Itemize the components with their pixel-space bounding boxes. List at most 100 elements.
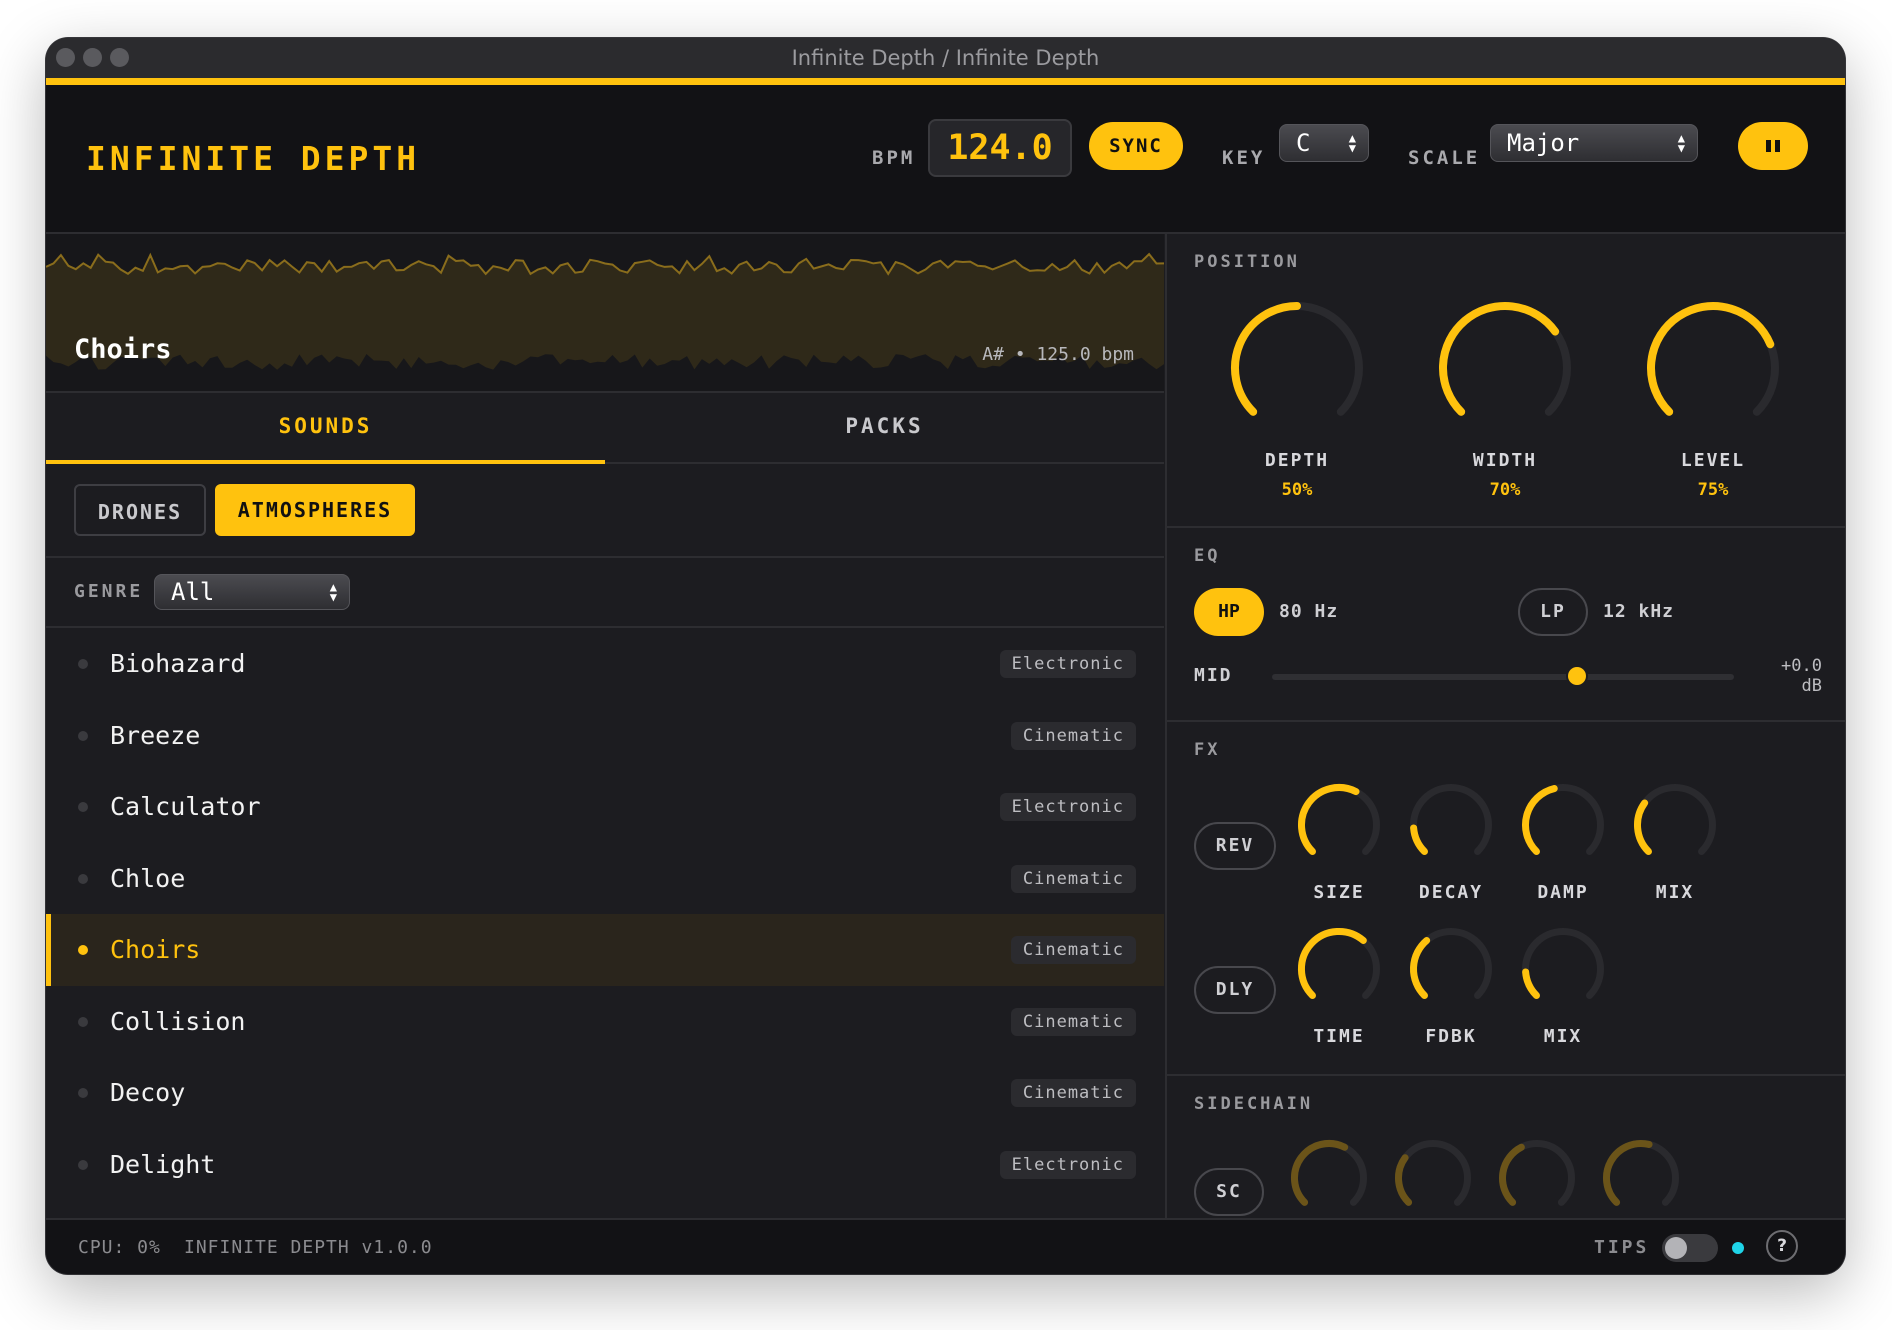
delay-time-knob[interactable] xyxy=(1296,926,1382,1012)
level-knob-label: LEVEL xyxy=(1680,450,1746,471)
waveform-preview[interactable]: Choirs A# • 125.0 bpm xyxy=(46,234,1164,393)
genre-select[interactable]: All ▲ ▼ xyxy=(154,574,350,610)
depth-knob[interactable] xyxy=(1229,300,1365,436)
reverb-damp-label: DAMP xyxy=(1537,882,1589,903)
delay-fdbk-label: FDBK xyxy=(1425,1026,1477,1047)
width-knob[interactable] xyxy=(1437,300,1573,436)
list-item[interactable]: Decoy Cinematic xyxy=(46,1057,1164,1129)
key-label: KEY xyxy=(1222,147,1266,169)
list-item[interactable]: Choirs Cinematic xyxy=(46,914,1164,986)
logo: INFINITE DEPTH xyxy=(86,139,421,178)
delay-toggle-button[interactable]: DLY xyxy=(1194,966,1276,1014)
tips-toggle[interactable] xyxy=(1662,1234,1718,1262)
list-item[interactable]: Collision Cinematic xyxy=(46,986,1164,1058)
fx-title: FX xyxy=(1194,740,1221,760)
sidechain-depth-knob[interactable] xyxy=(1601,1138,1681,1218)
lp-button[interactable]: LP xyxy=(1518,588,1588,636)
mid-label: MID xyxy=(1194,665,1233,686)
scale-select[interactable]: Major ▲ ▼ xyxy=(1490,124,1698,162)
delay-fdbk-knob[interactable] xyxy=(1408,926,1494,1012)
knob-track xyxy=(1634,784,1716,856)
sound-list: Biohazard Electronic Breeze Cinematic Calcul… xyxy=(46,628,1164,1256)
genre-tag: Cinematic xyxy=(1010,864,1136,893)
mid-slider[interactable] xyxy=(1272,667,1734,685)
reverb-decay-label: DECAY xyxy=(1418,882,1484,903)
pause-icon xyxy=(1766,140,1780,152)
sound-name: Decoy xyxy=(110,1078,186,1107)
sidechain-toggle-button[interactable]: SC xyxy=(1194,1168,1264,1216)
knob-value-arc xyxy=(1298,784,1360,856)
updown-arrows-icon: ▲ ▼ xyxy=(329,580,337,604)
level-knob[interactable] xyxy=(1645,300,1781,436)
pause-button[interactable] xyxy=(1738,122,1808,170)
key-select[interactable]: C ▲ ▼ xyxy=(1279,124,1369,162)
version-label: INFINITE DEPTH v1.0.0 xyxy=(184,1237,433,1258)
knob-value-arc xyxy=(1522,968,1540,1000)
reverb-damp-knob[interactable] xyxy=(1520,782,1606,868)
genre-tag: Cinematic xyxy=(1010,721,1136,750)
reverb-mix-label: MIX xyxy=(1655,882,1695,903)
sidechain-thr-knob[interactable] xyxy=(1289,1138,1369,1218)
bullet-dot-icon xyxy=(78,1016,88,1027)
tab-packs[interactable]: PACKS xyxy=(605,393,1164,462)
hp-button[interactable]: HP xyxy=(1194,588,1264,636)
genre-tag: Cinematic xyxy=(1010,1079,1136,1107)
knob-value-arc xyxy=(1410,936,1431,1000)
tab-sounds[interactable]: SOUNDS xyxy=(46,393,605,464)
lp-frequency: 12 kHz xyxy=(1603,601,1675,622)
fx-section: FX REV DLY SIZE DECAY DAMP MIX TIME FDBK MIX xyxy=(1167,722,1845,1076)
list-item[interactable]: Calculator Electronic xyxy=(46,771,1164,843)
bullet-dot-icon xyxy=(78,945,88,955)
sound-name: Biohazard xyxy=(110,649,246,678)
category-row: DRONES ATMOSPHERES xyxy=(46,464,1164,558)
genre-tag: Cinematic xyxy=(1010,936,1136,964)
bpm-label: BPM xyxy=(872,147,916,169)
waveform-graphic xyxy=(46,252,1164,370)
list-item[interactable]: Breeze Cinematic xyxy=(46,700,1164,772)
knob-track xyxy=(1410,784,1492,856)
bullet-dot-icon xyxy=(78,1159,88,1170)
mid-gain-unit: dB xyxy=(1801,676,1822,696)
knob-value-arc xyxy=(1499,1143,1525,1206)
preview-title: Choirs xyxy=(74,334,172,365)
tab-packs-label: PACKS xyxy=(845,414,924,438)
delay-mix-knob[interactable] xyxy=(1520,926,1606,1012)
cpu-readout: CPU: 0% xyxy=(78,1237,161,1258)
list-item[interactable]: Biohazard Electronic xyxy=(46,628,1164,700)
bullet-dot-icon xyxy=(78,659,88,669)
scale-select-value: Major xyxy=(1507,129,1580,157)
status-led-icon xyxy=(1732,1242,1744,1254)
width-knob-label: WIDTH xyxy=(1472,450,1538,471)
position-section: POSITION DEPTH 50% WIDTH 70% LEVEL 75% xyxy=(1167,234,1845,528)
list-item[interactable]: Delight Electronic xyxy=(46,1129,1164,1201)
sidechain-rel-knob[interactable] xyxy=(1497,1138,1577,1218)
hp-frequency: 80 Hz xyxy=(1279,601,1339,622)
reverb-size-knob[interactable] xyxy=(1296,782,1382,868)
controls-panel: POSITION DEPTH 50% WIDTH 70% LEVEL 75% EQ HP … xyxy=(1165,234,1845,1256)
genre-label: GENRE xyxy=(74,581,144,602)
sidechain-title: SIDECHAIN xyxy=(1194,1094,1314,1114)
mid-gain-readout: +0.0 dB xyxy=(1781,656,1822,696)
tips-label: TIPS xyxy=(1594,1237,1650,1258)
reverb-toggle-button[interactable]: REV xyxy=(1194,822,1276,870)
sound-name: Calculator xyxy=(110,792,261,821)
updown-arrows-icon: ▲ ▼ xyxy=(1348,131,1356,155)
reverb-decay-knob[interactable] xyxy=(1408,782,1494,868)
title-bar: Infinite Depth / Infinite Depth xyxy=(46,38,1845,78)
category-drones-button[interactable]: DRONES xyxy=(74,484,206,536)
updown-arrows-icon: ▲ ▼ xyxy=(1677,131,1685,155)
reverb-mix-knob[interactable] xyxy=(1632,782,1718,868)
depth-knob-value: 50% xyxy=(1281,480,1313,500)
sync-button[interactable]: SYNC xyxy=(1089,122,1183,170)
bpm-input[interactable]: 124.0 xyxy=(928,119,1072,177)
knob-track xyxy=(1395,1140,1471,1206)
sidechain-atk-knob[interactable] xyxy=(1393,1138,1473,1218)
eq-section: EQ HP 80 Hz LP 12 kHz MID +0.0 dB xyxy=(1167,528,1845,722)
mid-slider-thumb[interactable] xyxy=(1567,667,1586,685)
reverb-size-label: SIZE xyxy=(1313,882,1365,903)
list-item[interactable]: Chloe Cinematic xyxy=(46,843,1164,915)
category-atmospheres-button[interactable]: ATMOSPHERES xyxy=(215,484,415,536)
bullet-dot-icon xyxy=(78,730,88,741)
help-button[interactable]: ? xyxy=(1766,1230,1798,1262)
knob-value-arc xyxy=(1647,302,1775,416)
